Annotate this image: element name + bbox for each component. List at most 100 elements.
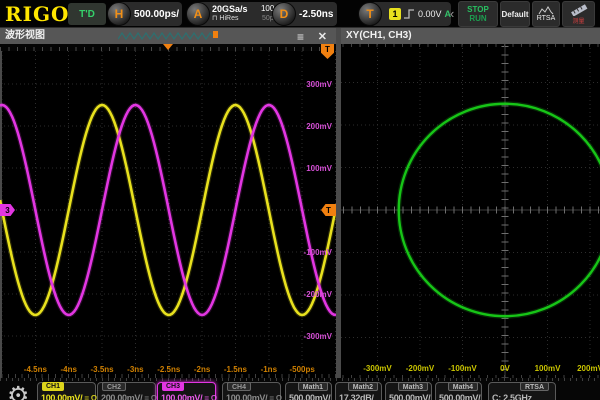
- trigger-display[interactable]: 1 0.00V A: [371, 2, 451, 26]
- voltage-tick-label: 200mV: [306, 122, 332, 131]
- square-wave-icon: ⊓: [212, 15, 217, 22]
- rtsa-tab[interactable]: RTSA: [520, 382, 549, 391]
- math-scale: 500.00mV/: [289, 393, 330, 400]
- impedance-icon: Ω: [151, 394, 157, 400]
- rising-edge-icon: [404, 8, 415, 20]
- xy-grid[interactable]: -300mV -200mV -100mV 0V 100mV 200mV: [341, 44, 600, 378]
- voltage-tick-label: 100mV: [306, 164, 332, 173]
- xy-view-panel: XY(CH1, CH3) -300mV -200mV -100mV 0V 100mV 20…: [341, 28, 600, 378]
- channel-widget-ch1[interactable]: CH1 100.00mV/=Ω: [37, 382, 96, 400]
- channel-scale: 100.00mV/=Ω: [161, 393, 217, 400]
- trigger-level-value: 0.00V: [418, 9, 442, 19]
- math-widget-4[interactable]: Math4 500.00mV/: [435, 382, 482, 400]
- channel-tab[interactable]: CH2: [102, 382, 126, 391]
- xy-tick-label: -200mV: [406, 364, 434, 373]
- time-tick-label: -2.5ns: [157, 365, 180, 374]
- math-widget-3[interactable]: Math3 500.00mV/: [385, 382, 432, 400]
- rtsa-button[interactable]: RTSA: [532, 1, 560, 27]
- coupling-icon: =: [269, 394, 273, 400]
- math-tab[interactable]: Math2: [348, 382, 378, 391]
- rtsa-widget[interactable]: RTSA C: 2.5GHz: [488, 382, 556, 400]
- run-stop-line2: RUN: [469, 14, 486, 23]
- xy-tick-label: 0V: [500, 364, 510, 373]
- spectrum-icon: [538, 6, 554, 15]
- time-tick-label: -2ns: [194, 365, 210, 374]
- impedance-icon: Ω: [276, 394, 282, 400]
- default-label: Default: [501, 10, 528, 19]
- channel-tab[interactable]: CH4: [227, 382, 251, 391]
- trigger-knob[interactable]: T: [358, 2, 382, 26]
- default-button[interactable]: Default: [500, 1, 530, 27]
- time-tick-label: -1ns: [261, 365, 277, 374]
- menu-icon[interactable]: ≡: [297, 29, 304, 45]
- waveform-preview[interactable]: [118, 31, 220, 41]
- math-widget-2[interactable]: Math2 17.32dB/: [335, 382, 382, 400]
- trigger-status-badge: T'D: [68, 3, 106, 25]
- acquisition-mode: ⊓ HiRes: [212, 14, 238, 24]
- rtsa-center-freq: C: 2.5GHz: [492, 393, 532, 400]
- voltage-tick-label: -200mV: [304, 290, 332, 299]
- collapse-chevron-icon[interactable]: ‹: [450, 6, 454, 21]
- xy-tick-label: -100mV: [448, 364, 476, 373]
- math-tab[interactable]: Math3: [398, 382, 428, 391]
- channel-tab[interactable]: CH1: [42, 382, 64, 391]
- math-scale: 500.00mV/: [389, 393, 430, 400]
- math-tab[interactable]: Math1: [298, 382, 328, 391]
- time-tick-label: -4.5ns: [24, 365, 47, 374]
- delay-value: -2.50ns: [299, 9, 333, 20]
- math-scale: 17.32dB/: [339, 393, 374, 400]
- waveform-grid[interactable]: -4.5ns -4ns -3.5ns -3ns -2.5ns -2ns -1.5ns -1ns…: [0, 51, 336, 378]
- ruler-icon: [570, 4, 588, 16]
- channel-scale: 200.00mV/=Ω: [101, 393, 157, 400]
- timebase-ruler[interactable]: [0, 44, 336, 51]
- xy-tick-label: 200mV: [577, 364, 600, 373]
- horizontal-knob[interactable]: H: [107, 2, 131, 26]
- waveform-plot: [0, 51, 336, 378]
- coupling-icon: =: [144, 394, 148, 400]
- xy-tick-label: -300mV: [363, 364, 391, 373]
- gear-icon[interactable]: ⚙: [7, 381, 29, 400]
- bottom-status-bar: ⚙ CH1 100.00mV/=Ω CH2 200.00mV/=Ω CH3 100.00m…: [0, 378, 600, 400]
- top-bar: RIGOL T'D 500.00ps/ H 20GSa/s 100pts ⊓ H…: [0, 0, 600, 28]
- rtsa-label: RTSA: [537, 15, 556, 22]
- math-widget-1[interactable]: Math1 500.00mV/: [285, 382, 332, 400]
- xy-view-header[interactable]: XY(CH1, CH3): [341, 28, 600, 44]
- channel-tab[interactable]: CH3: [162, 382, 184, 391]
- horizontal-scale-value: 500.00ps/: [134, 9, 179, 20]
- impedance-icon: Ω: [91, 394, 97, 400]
- time-tick-label: -4ns: [60, 365, 76, 374]
- channel-widget-ch2[interactable]: CH2 200.00mV/=Ω: [97, 382, 156, 400]
- voltage-tick-label: 300mV: [306, 80, 332, 89]
- time-tick-label: -3.5ns: [90, 365, 113, 374]
- measure-button[interactable]: 测量: [562, 1, 595, 27]
- time-tick-label: -3ns: [127, 365, 143, 374]
- voltage-tick-label: -300mV: [304, 332, 332, 341]
- channel-widget-ch4[interactable]: CH4 100.00mV/=Ω: [222, 382, 281, 400]
- sample-rate: 20GSa/s: [212, 4, 248, 14]
- run-stop-line1: STOP: [467, 5, 489, 14]
- waveform-view-title: 波形视图: [5, 30, 45, 41]
- close-icon[interactable]: ✕: [318, 29, 327, 45]
- math-scale: 500.00mV/: [439, 393, 480, 400]
- acquire-knob[interactable]: A: [186, 2, 210, 26]
- waveform-view-header[interactable]: 波形视图 ≡ ✕: [0, 28, 336, 44]
- xy-plot: [341, 44, 600, 378]
- time-tick-label: -1.5ns: [224, 365, 247, 374]
- channel-scale: 100.00mV/=Ω: [226, 393, 282, 400]
- measure-label: 测量: [572, 16, 584, 25]
- time-tick-label: -500ps: [289, 365, 314, 374]
- waveform-view-panel: 波形视图 ≡ ✕ -4.5ns-4ns-3.5ns-3ns-2.5ns-2ns-…: [0, 28, 336, 378]
- coupling-icon: =: [204, 394, 208, 400]
- channel-scale: 100.00mV/=Ω: [41, 393, 97, 400]
- coupling-icon: =: [84, 394, 88, 400]
- impedance-icon: Ω: [211, 394, 217, 400]
- delay-knob[interactable]: D: [272, 2, 296, 26]
- trigger-source-badge: 1: [389, 8, 401, 20]
- channel-widget-ch3[interactable]: CH3 100.00mV/=Ω: [157, 382, 216, 400]
- xy-tick-label: 100mV: [535, 364, 561, 373]
- voltage-tick-label: -100mV: [304, 248, 332, 257]
- trigger-delay-marker[interactable]: [163, 44, 173, 50]
- run-stop-button[interactable]: STOP RUN: [458, 1, 498, 27]
- math-tab[interactable]: Math4: [448, 382, 478, 391]
- xy-view-title: XY(CH1, CH3): [346, 30, 412, 41]
